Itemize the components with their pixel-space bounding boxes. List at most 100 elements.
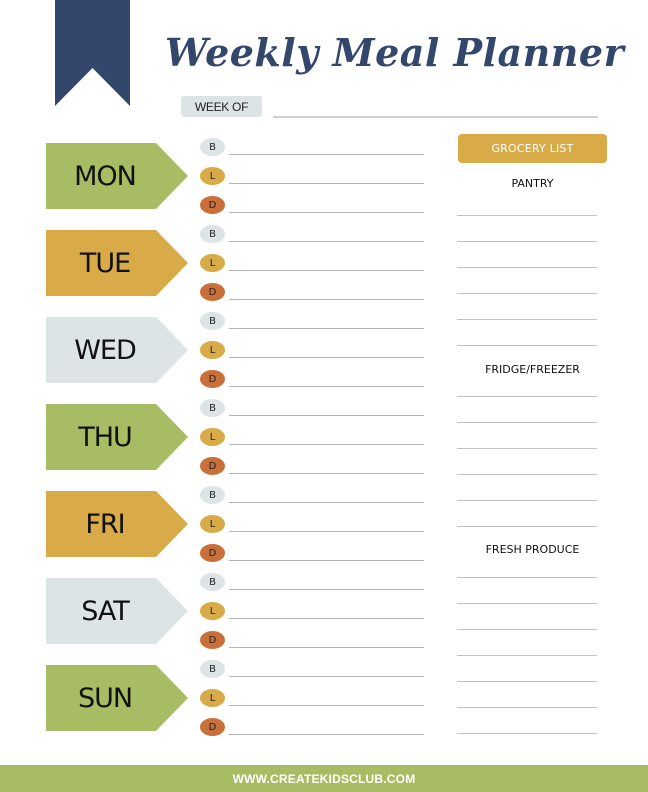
meal-row-thu-breakfast: B bbox=[200, 399, 425, 421]
lunch-input-line[interactable] bbox=[229, 270, 424, 271]
grocery-item-line[interactable] bbox=[457, 345, 597, 346]
breakfast-badge: B bbox=[200, 660, 225, 678]
day-tag-tue: TUE bbox=[46, 230, 188, 296]
lunch-input-line[interactable] bbox=[229, 705, 424, 706]
day-tag-sun: SUN bbox=[46, 665, 188, 731]
grocery-item-line[interactable] bbox=[457, 474, 597, 475]
meal-row-mon-dinner: D bbox=[200, 196, 425, 218]
day-label: TUE bbox=[79, 247, 131, 279]
breakfast-badge: B bbox=[200, 312, 225, 330]
grocery-item-line[interactable] bbox=[457, 267, 597, 268]
day-tag-fri: FRI bbox=[46, 491, 188, 557]
grocery-item-line[interactable] bbox=[457, 215, 597, 216]
lunch-input-line[interactable] bbox=[229, 531, 424, 532]
grocery-item-line[interactable] bbox=[457, 629, 597, 630]
day-label: FRI bbox=[85, 508, 125, 540]
dinner-badge: D bbox=[200, 718, 225, 736]
lunch-input-line[interactable] bbox=[229, 357, 424, 358]
meal-row-wed-breakfast: B bbox=[200, 312, 425, 334]
week-of-label: WEEK OF bbox=[181, 96, 262, 117]
meal-row-thu-lunch: L bbox=[200, 428, 425, 450]
day-label: THU bbox=[78, 421, 133, 453]
grocery-list-header: GROCERY LIST bbox=[458, 134, 607, 163]
grocery-item-line[interactable] bbox=[457, 448, 597, 449]
grocery-item-line[interactable] bbox=[457, 733, 597, 734]
meal-row-tue-dinner: D bbox=[200, 283, 425, 305]
dinner-input-line[interactable] bbox=[229, 734, 424, 735]
grocery-item-line[interactable] bbox=[457, 655, 597, 656]
meal-row-sat-lunch: L bbox=[200, 602, 425, 624]
meal-row-wed-dinner: D bbox=[200, 370, 425, 392]
meal-row-sat-dinner: D bbox=[200, 631, 425, 653]
breakfast-badge: B bbox=[200, 138, 225, 156]
breakfast-badge: B bbox=[200, 486, 225, 504]
grocery-item-line[interactable] bbox=[457, 526, 597, 527]
breakfast-input-line[interactable] bbox=[229, 676, 424, 677]
meal-row-sun-lunch: L bbox=[200, 689, 425, 711]
grocery-section-title: PANTRY bbox=[511, 177, 554, 190]
meal-row-sun-dinner: D bbox=[200, 718, 425, 740]
dinner-badge: D bbox=[200, 457, 225, 475]
lunch-badge: L bbox=[200, 689, 225, 707]
day-label: MON bbox=[74, 160, 137, 192]
meal-row-tue-lunch: L bbox=[200, 254, 425, 276]
grocery-item-line[interactable] bbox=[457, 603, 597, 604]
breakfast-badge: B bbox=[200, 573, 225, 591]
dinner-input-line[interactable] bbox=[229, 560, 424, 561]
meal-row-fri-breakfast: B bbox=[200, 486, 425, 508]
lunch-badge: L bbox=[200, 602, 225, 620]
day-tag-sat: SAT bbox=[46, 578, 188, 644]
page-title: Weekly Meal Planner bbox=[165, 30, 625, 75]
grocery-item-line[interactable] bbox=[457, 422, 597, 423]
breakfast-input-line[interactable] bbox=[229, 328, 424, 329]
breakfast-input-line[interactable] bbox=[229, 241, 424, 242]
dinner-input-line[interactable] bbox=[229, 473, 424, 474]
grocery-item-line[interactable] bbox=[457, 396, 597, 397]
meal-row-fri-lunch: L bbox=[200, 515, 425, 537]
dinner-input-line[interactable] bbox=[229, 212, 424, 213]
breakfast-input-line[interactable] bbox=[229, 415, 424, 416]
grocery-item-line[interactable] bbox=[457, 319, 597, 320]
day-tag-thu: THU bbox=[46, 404, 188, 470]
dinner-input-line[interactable] bbox=[229, 647, 424, 648]
meal-row-sun-breakfast: B bbox=[200, 660, 425, 682]
grocery-item-line[interactable] bbox=[457, 293, 597, 294]
lunch-input-line[interactable] bbox=[229, 444, 424, 445]
meal-row-mon-breakfast: B bbox=[200, 138, 425, 160]
grocery-item-line[interactable] bbox=[457, 241, 597, 242]
grocery-section-title: FRIDGE/FREEZER bbox=[485, 363, 580, 376]
lunch-badge: L bbox=[200, 515, 225, 533]
lunch-input-line[interactable] bbox=[229, 183, 424, 184]
dinner-badge: D bbox=[200, 544, 225, 562]
meal-row-sat-breakfast: B bbox=[200, 573, 425, 595]
lunch-badge: L bbox=[200, 167, 225, 185]
breakfast-badge: B bbox=[200, 225, 225, 243]
meal-row-mon-lunch: L bbox=[200, 167, 425, 189]
breakfast-input-line[interactable] bbox=[229, 589, 424, 590]
dinner-badge: D bbox=[200, 283, 225, 301]
lunch-badge: L bbox=[200, 428, 225, 446]
footer-url: WWW.CREATEKIDSCLUB.COM bbox=[0, 765, 648, 792]
day-label: SUN bbox=[77, 682, 133, 714]
dinner-input-line[interactable] bbox=[229, 386, 424, 387]
dinner-input-line[interactable] bbox=[229, 299, 424, 300]
meal-row-tue-breakfast: B bbox=[200, 225, 425, 247]
grocery-item-line[interactable] bbox=[457, 577, 597, 578]
day-label: SAT bbox=[81, 595, 130, 627]
dinner-badge: D bbox=[200, 370, 225, 388]
meal-row-wed-lunch: L bbox=[200, 341, 425, 363]
meal-row-fri-dinner: D bbox=[200, 544, 425, 566]
day-label: WED bbox=[74, 334, 137, 366]
breakfast-input-line[interactable] bbox=[229, 154, 424, 155]
grocery-item-line[interactable] bbox=[457, 500, 597, 501]
dinner-badge: D bbox=[200, 196, 225, 214]
breakfast-badge: B bbox=[200, 399, 225, 417]
grocery-item-line[interactable] bbox=[457, 707, 597, 708]
week-of-input-line[interactable] bbox=[273, 116, 598, 118]
dinner-badge: D bbox=[200, 631, 225, 649]
day-tag-mon: MON bbox=[46, 143, 188, 209]
grocery-item-line[interactable] bbox=[457, 681, 597, 682]
breakfast-input-line[interactable] bbox=[229, 502, 424, 503]
meal-row-thu-dinner: D bbox=[200, 457, 425, 479]
lunch-input-line[interactable] bbox=[229, 618, 424, 619]
